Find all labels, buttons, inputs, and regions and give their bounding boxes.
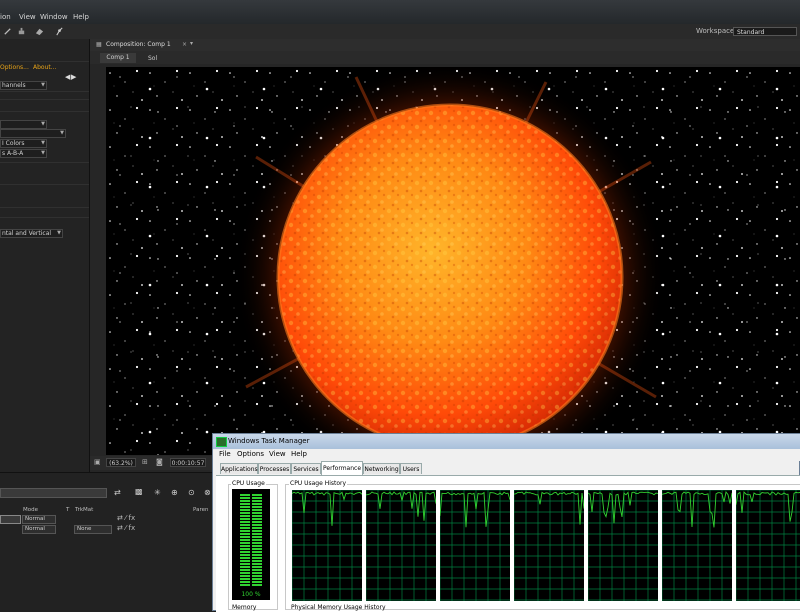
cpu-history-label: CPU Usage History [289, 480, 348, 487]
app-menubar: ion View Window Help [0, 0, 800, 24]
param-select-2[interactable]: ▼ [0, 129, 66, 138]
about-link[interactable]: About... [33, 64, 56, 71]
eraser-icon[interactable] [35, 27, 44, 36]
menu-animation[interactable]: ion [0, 13, 11, 21]
composition-panel-title[interactable]: Composition: Comp 1 [106, 41, 171, 48]
menu-options[interactable]: Options [237, 450, 264, 458]
task-manager-menubar: File Options View Help [213, 449, 800, 461]
timecode-display[interactable]: 0:00:10:57 [170, 458, 206, 467]
always-preview-icon[interactable]: ▣ [94, 458, 101, 466]
close-icon[interactable]: × [182, 41, 187, 48]
workspace-value: Standard [737, 29, 765, 36]
layer-2-trkmat-select[interactable]: None [74, 525, 112, 534]
motion-blur-icon[interactable]: ⊕ [171, 488, 178, 497]
stamp-icon[interactable] [17, 27, 26, 36]
direction-select[interactable]: ntal and Vertical ▼ [0, 229, 63, 238]
tab-processes[interactable]: Processes [258, 463, 291, 474]
cpu-history-graph-5 [588, 490, 658, 601]
timeline-search-input[interactable] [0, 488, 107, 498]
draft-3d-icon[interactable]: ✳ [154, 488, 161, 497]
tab-comp-1[interactable]: Comp 1 [100, 53, 136, 63]
sun-starfield-image [106, 67, 800, 455]
composition-viewer-tabs [90, 51, 800, 64]
tab-networking[interactable]: Networking [363, 463, 400, 474]
column-trkmat[interactable]: TrkMat [75, 507, 93, 513]
options-link[interactable]: Options... [0, 64, 29, 71]
cpu-percent-text: 100 % [241, 591, 260, 598]
menu-view-tm[interactable]: View [269, 450, 286, 458]
menu-file[interactable]: File [219, 450, 231, 458]
frame-blending-icon[interactable]: ▩ [135, 487, 143, 496]
task-manager-title: Windows Task Manager [228, 437, 310, 445]
tab-applications[interactable]: Applications [220, 463, 258, 474]
param-select-1[interactable]: ▼ [0, 120, 47, 129]
tab-sol[interactable]: Sol [148, 55, 157, 62]
channels-select[interactable]: hannels ▼ [0, 81, 47, 90]
cpu-usage-meter: 100 % [232, 489, 270, 600]
grid-icon[interactable]: ⊞ [142, 458, 148, 466]
puppet-pin-icon[interactable] [55, 27, 64, 36]
memory-label: Memory [232, 604, 257, 611]
layer-1-swatch[interactable] [0, 515, 21, 524]
aba-select[interactable]: s A-B-A ▼ [0, 149, 47, 158]
effect-controls-panel: Options... About... ◀ ▶ hannels ▼ ▼ ▼ I C… [0, 39, 90, 472]
menu-window[interactable]: Window [40, 13, 68, 21]
cpu-history-graph-4 [514, 490, 584, 601]
cpu-history-graph-7 [736, 490, 800, 601]
workspace-select[interactable]: Standard [733, 27, 797, 36]
column-mode[interactable]: Mode [23, 507, 38, 513]
menu-view[interactable]: View [19, 13, 36, 21]
prev-arrow-icon[interactable]: ◀ [65, 73, 70, 81]
menu-help[interactable]: Help [73, 13, 89, 21]
panel-menu-icon[interactable]: ▾ [190, 40, 193, 47]
snapshot-icon[interactable]: ◙ [156, 458, 163, 466]
column-t[interactable]: T [66, 507, 69, 513]
shy-layers-icon[interactable]: ⇄ [114, 488, 121, 497]
composition-viewer[interactable] [106, 67, 800, 455]
graph-editor-icon[interactable]: ⊙ [188, 488, 195, 497]
tab-users[interactable]: Users [400, 463, 422, 474]
layer-1-mode-select[interactable]: Normal [22, 515, 56, 524]
workspace-label: Workspace: [696, 27, 737, 35]
next-arrow-icon[interactable]: ▶ [71, 73, 76, 81]
menu-help-tm[interactable]: Help [291, 450, 307, 458]
memory-history-label: Physical Memory Usage History [291, 604, 386, 611]
tools-toolbar [0, 24, 800, 40]
layer-2-switches-icon[interactable]: ⇄ ⁄ fx [117, 524, 135, 532]
tab-services[interactable]: Services [291, 463, 321, 474]
column-parent[interactable]: Paren [193, 507, 208, 513]
zoom-select[interactable]: (63.2%) [106, 458, 136, 467]
panel-grip-icon[interactable]: ▦ [96, 41, 102, 48]
layer-2-mode-select[interactable]: Normal [22, 525, 56, 534]
cpu-history-graph-2 [366, 490, 436, 601]
cpu-history-graph-1 [292, 490, 362, 601]
cpu-usage-label: CPU Usage [231, 480, 266, 487]
cpu-history-graph-6 [662, 490, 732, 601]
roto-brush-icon[interactable] [3, 27, 12, 36]
live-update-icon[interactable]: ⊗ [204, 488, 211, 497]
task-manager-app-icon [216, 437, 227, 447]
tab-performance[interactable]: Performance [321, 461, 363, 475]
cpu-history-graph-3 [440, 490, 510, 601]
colors-select[interactable]: I Colors ▼ [0, 139, 47, 148]
layer-1-switches-icon[interactable]: ⇄ ⁄ fx [117, 514, 135, 522]
